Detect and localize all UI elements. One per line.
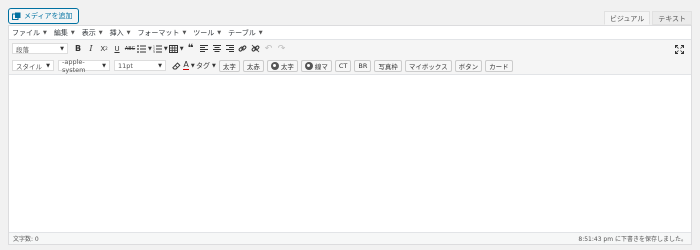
button-shortcode-button[interactable]: ボタン (454, 59, 483, 72)
ct-button[interactable]: CT (334, 59, 352, 72)
menu-edit[interactable]: 編集 ▼ (54, 28, 75, 38)
font-size-value: 11pt (118, 61, 133, 70)
editor-screen: メディアを追加 ビジュアル テキスト ファイル ▼ 編集 ▼ 表示 ▼ 挿入 ▼ フォー… (0, 0, 700, 250)
toolbar: 段落 ▼ B I X2 U ABC ▼ 123 ▼ ▼ ❝ ↶ ↷ スタイル ▼… (9, 40, 691, 75)
caret-down-icon: ▼ (217, 29, 222, 36)
caret-down-icon: ▼ (60, 45, 64, 52)
camera-bold-button[interactable]: 太字 (266, 59, 298, 72)
caret-down-icon: ▼ (158, 62, 162, 69)
my-box-button[interactable]: マイボックス (404, 59, 452, 72)
add-media-icon (12, 12, 21, 21)
menu-insert-label: 挿入 (109, 28, 124, 37)
undo-icon[interactable]: ↶ (263, 42, 275, 55)
superscript-icon[interactable]: X2 (98, 42, 110, 55)
menu-tools[interactable]: ツール ▼ (193, 28, 221, 38)
menu-file-label: ファイル (12, 28, 40, 37)
numbered-list-icon[interactable]: 123 ▼ (153, 42, 168, 55)
menu-tools-label: ツール (193, 28, 215, 37)
photo-frame-button[interactable]: 写真枠 (374, 59, 402, 72)
menu-view[interactable]: 表示 ▼ (82, 28, 103, 38)
bold-shortcut-label: 太字 (222, 62, 236, 71)
table-icon[interactable]: ▼ (168, 42, 184, 55)
caret-down-icon: ▼ (70, 29, 75, 36)
style-select-value: スタイル (16, 62, 42, 71)
underline-icon[interactable]: U (111, 42, 123, 55)
menu-table-label: テーブル (228, 28, 256, 37)
caret-down-icon: ▼ (148, 45, 152, 52)
italic-icon[interactable]: I (85, 42, 97, 55)
camera-line-label: 線マ (314, 62, 328, 71)
ct-label: CT (338, 61, 348, 70)
add-media-button[interactable]: メディアを追加 (8, 8, 79, 24)
text-color-icon[interactable]: A ▼ (183, 59, 195, 72)
status-bar: 文字数: 0 8:51:43 pm に下書きを保存しました。 (9, 232, 691, 244)
tab-visual[interactable]: ビジュアル (603, 11, 651, 25)
bold-shortcut-button[interactable]: 太字 (218, 59, 240, 72)
camera-bold-label: 太字 (280, 62, 294, 71)
br-label: BR (358, 61, 368, 70)
caret-down-icon: ▼ (43, 29, 47, 36)
caret-down-icon: ▼ (98, 29, 103, 36)
format-select-value: 段落 (16, 45, 29, 54)
format-select[interactable]: 段落 ▼ (12, 43, 68, 54)
tag-dropdown[interactable]: タグ ▼ (196, 59, 216, 72)
bold-icon[interactable]: B (72, 42, 84, 55)
toolbar-row-1: 段落 ▼ B I X2 U ABC ▼ 123 ▼ ▼ ❝ ↶ ↷ (9, 40, 691, 57)
svg-text:3: 3 (153, 50, 155, 53)
br-button[interactable]: BR (354, 59, 372, 72)
toolbar-row-2: スタイル ▼ -apple-system ▼ 11pt ▼ A ▼ タグ ▼ 太… (9, 57, 691, 74)
bold-red-button[interactable]: 太赤 (242, 59, 264, 72)
camera-line-button[interactable]: 線マ (300, 59, 332, 72)
menu-format-label: フォーマット (137, 28, 180, 37)
caret-down-icon: ▼ (182, 29, 187, 36)
blockquote-icon[interactable]: ❝ (185, 42, 197, 55)
editor-tabs: ビジュアル テキスト (602, 11, 692, 25)
tab-text[interactable]: テキスト (652, 11, 692, 25)
align-right-icon[interactable] (224, 42, 236, 55)
card-label: カード (489, 62, 509, 71)
style-select[interactable]: スタイル ▼ (12, 60, 54, 71)
align-left-icon[interactable] (198, 42, 210, 55)
menu-table[interactable]: テーブル ▼ (228, 28, 262, 38)
font-size-select[interactable]: 11pt ▼ (114, 60, 166, 71)
bullet-list-icon[interactable]: ▼ (137, 42, 152, 55)
unlink-icon[interactable] (250, 42, 262, 55)
photo-frame-label: 写真枠 (378, 62, 398, 71)
caret-down-icon: ▼ (46, 62, 50, 69)
menu-insert[interactable]: 挿入 ▼ (110, 28, 131, 38)
menu-edit-label: 編集 (53, 28, 68, 37)
strikethrough-icon[interactable]: ABC (124, 42, 136, 55)
clear-formatting-icon[interactable] (170, 59, 182, 72)
caret-down-icon: ▼ (212, 62, 216, 69)
card-button[interactable]: カード (485, 59, 513, 72)
font-family-select[interactable]: -apple-system ▼ (58, 57, 110, 74)
button-shortcode-label: ボタン (458, 62, 479, 71)
redo-icon[interactable]: ↷ (276, 42, 288, 55)
autosave-status: 8:51:43 pm に下書きを保存しました。 (578, 236, 687, 243)
word-count: 文字数: 0 (13, 236, 39, 243)
menu-file[interactable]: ファイル ▼ (12, 28, 47, 38)
align-center-icon[interactable] (211, 42, 223, 55)
my-box-label: マイボックス (408, 62, 448, 71)
font-family-value: -apple-system (62, 57, 86, 74)
text-color-glyph: A (183, 60, 189, 70)
add-media-label: メディアを追加 (24, 12, 73, 20)
menu-view-label: 表示 (81, 28, 96, 37)
caret-down-icon: ▼ (179, 45, 184, 52)
menu-format[interactable]: フォーマット ▼ (137, 28, 186, 38)
caret-down-icon: ▼ (163, 45, 168, 52)
caret-down-icon: ▼ (190, 62, 195, 69)
bold-red-label: 太赤 (246, 62, 260, 71)
editor-content-area[interactable] (9, 77, 691, 233)
caret-down-icon: ▼ (126, 29, 131, 36)
camera-icon (304, 61, 313, 70)
editor-container: ファイル ▼ 編集 ▼ 表示 ▼ 挿入 ▼ フォーマット ▼ ツール ▼ テーブル ▼ 段落 ▼… (8, 25, 692, 245)
camera-icon (270, 61, 279, 70)
menubar: ファイル ▼ 編集 ▼ 表示 ▼ 挿入 ▼ フォーマット ▼ ツール ▼ テーブル ▼ (9, 26, 691, 40)
caret-down-icon: ▼ (258, 29, 263, 36)
fullscreen-icon[interactable] (673, 43, 685, 56)
tag-label: タグ (196, 61, 210, 70)
insert-link-icon[interactable] (237, 42, 249, 55)
caret-down-icon: ▼ (102, 62, 106, 69)
